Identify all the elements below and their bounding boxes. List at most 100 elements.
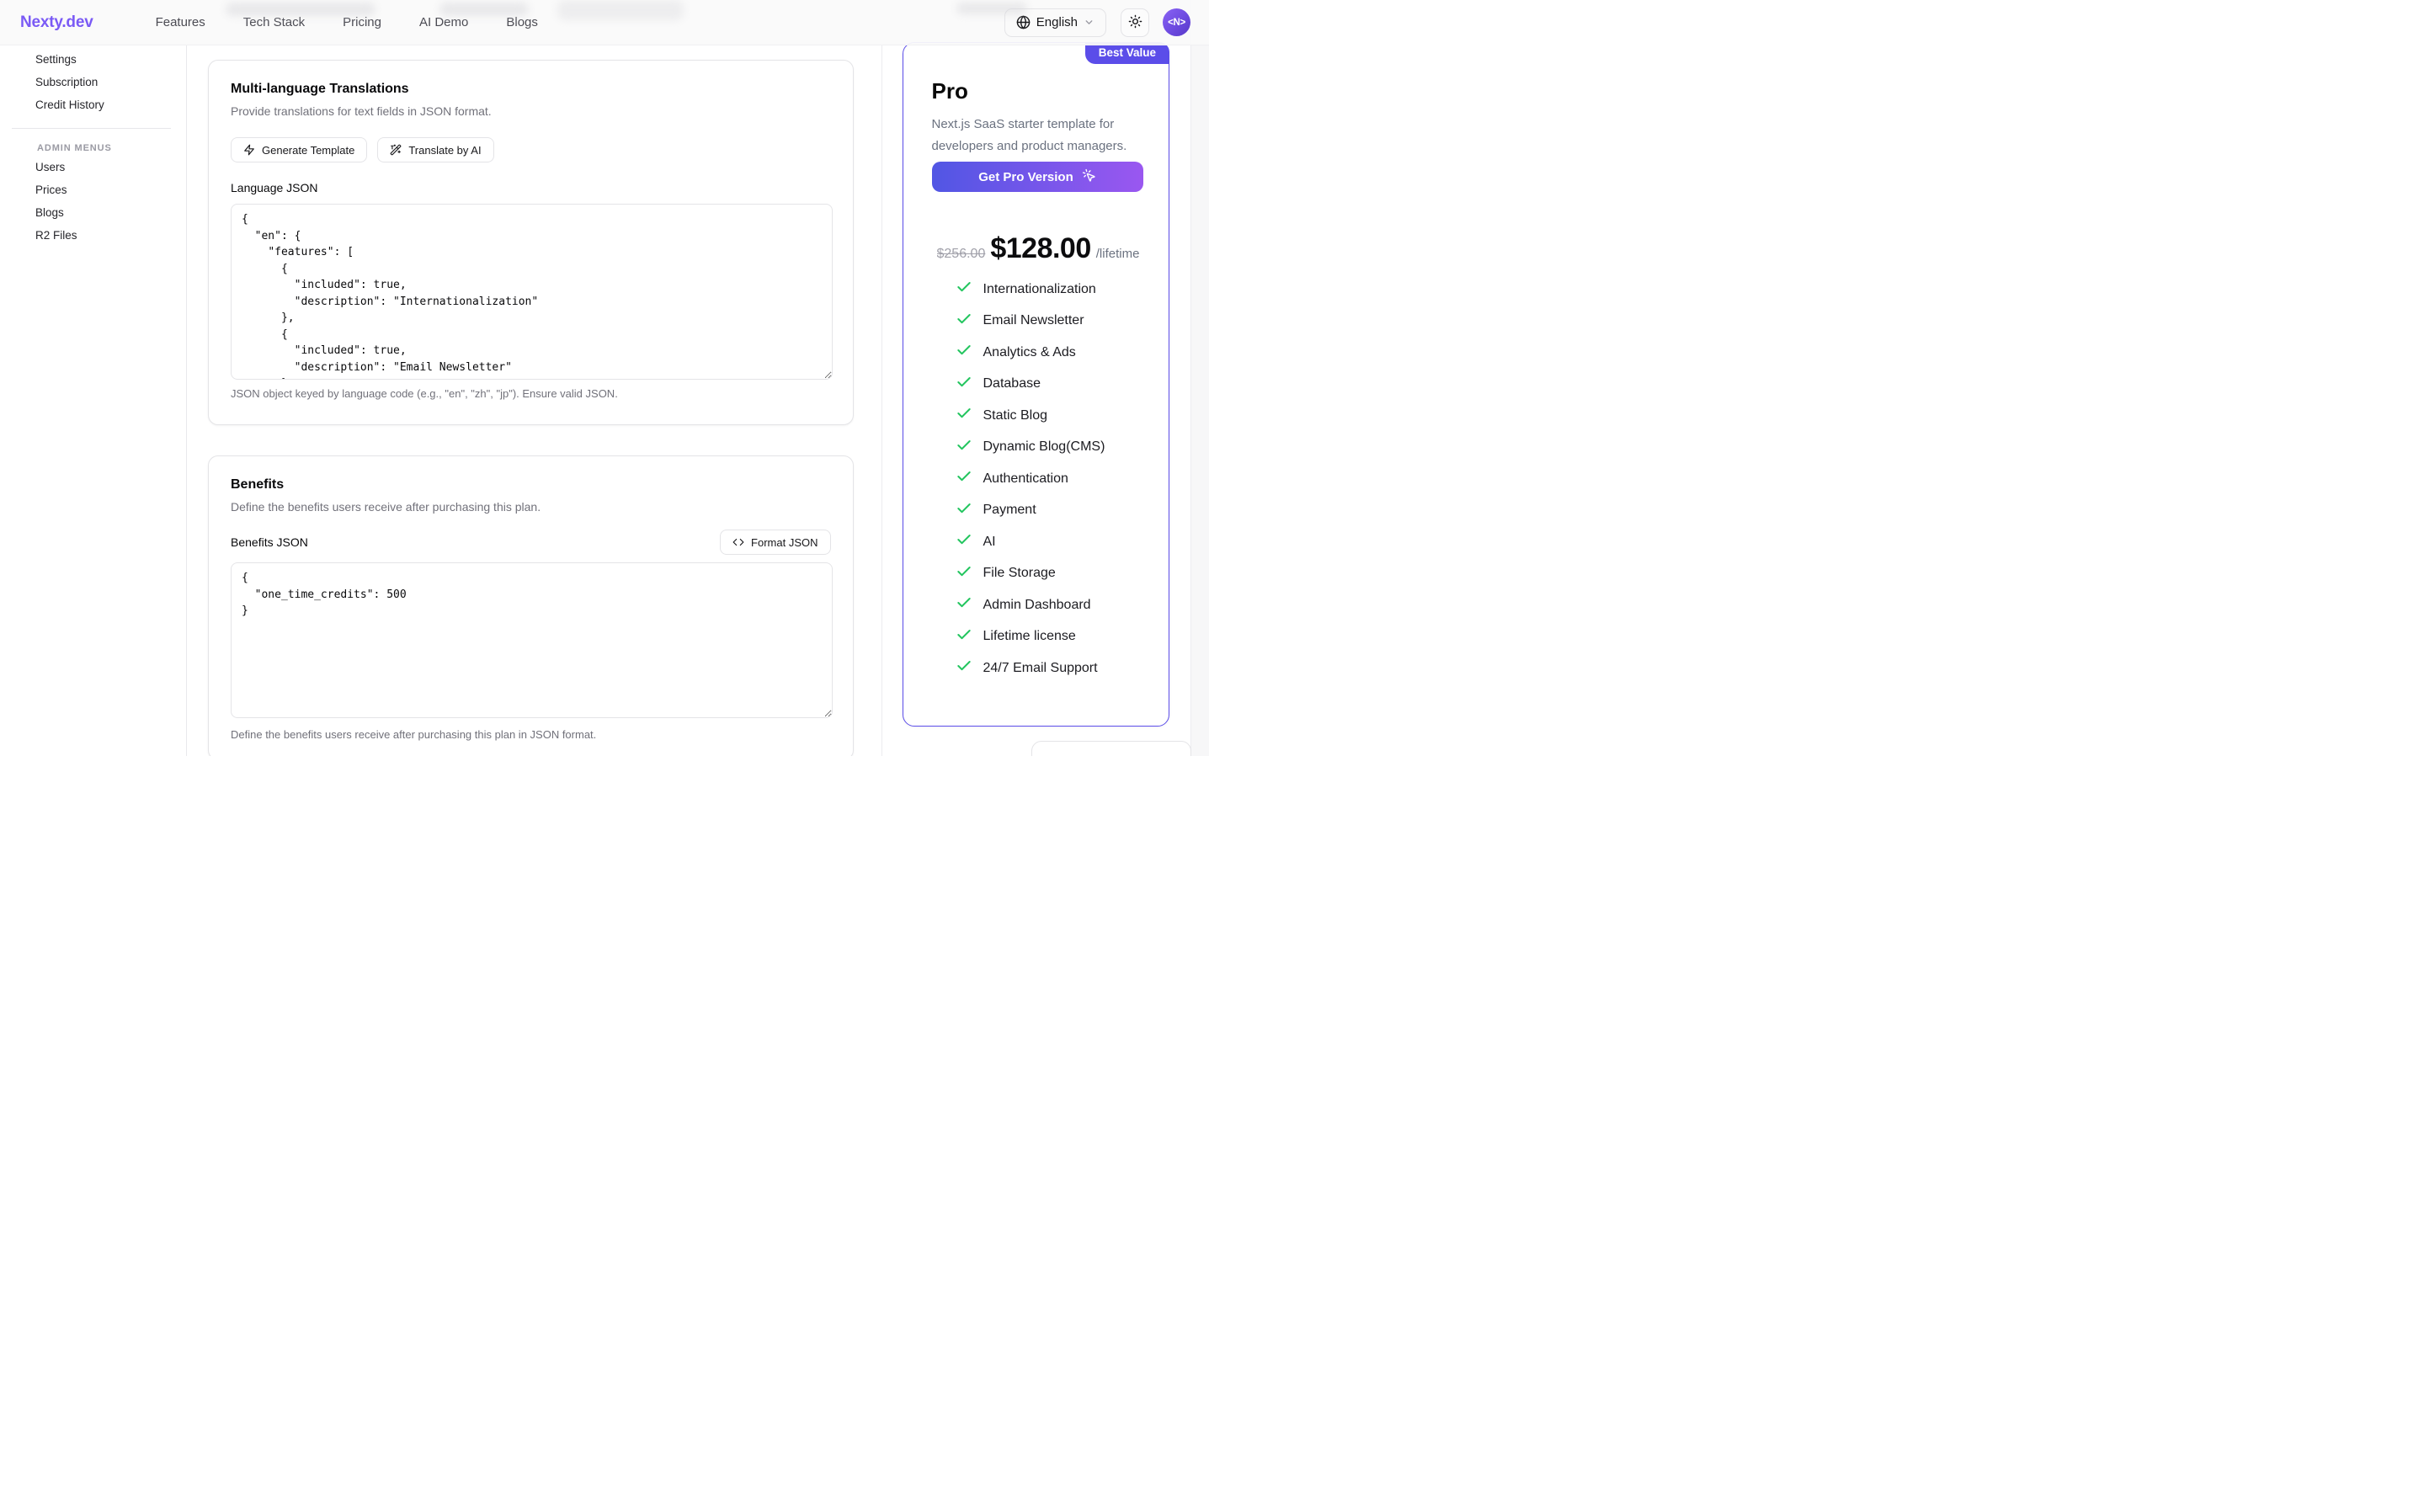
- plan-feature: Dynamic Blog(CMS): [956, 432, 1143, 464]
- nav-link[interactable]: Pricing: [343, 15, 381, 29]
- sidebar-item[interactable]: Credit History: [0, 93, 186, 116]
- translate-by-ai-label: Translate by AI: [408, 144, 481, 157]
- format-json-button[interactable]: Format JSON: [720, 530, 830, 555]
- check-icon: [956, 500, 972, 521]
- blurred-scroll-content: [226, 3, 375, 16]
- pricing-preview-card: Best Value Pro Next.js SaaS starter temp…: [903, 42, 1169, 727]
- plan-feature-label: Internationalization: [983, 282, 1096, 297]
- nav-link[interactable]: AI Demo: [419, 15, 468, 29]
- check-icon: [956, 342, 972, 363]
- plan-feature-label: Dynamic Blog(CMS): [983, 439, 1105, 455]
- card-subtitle: Provide translations for text fields in …: [231, 104, 831, 119]
- sidebar-admin-menu: UsersPricesBlogsR2 Files: [0, 156, 186, 247]
- nav-link[interactable]: Blogs: [506, 15, 538, 29]
- wand-sparkles-icon: [390, 144, 402, 156]
- card-title: Benefits: [231, 476, 831, 492]
- sidebar-item[interactable]: Blogs: [0, 201, 186, 224]
- benefits-json-textarea[interactable]: { "one_time_credits": 500 }: [231, 562, 833, 718]
- page-right-gutter: [1190, 0, 1210, 756]
- check-icon: [956, 311, 972, 332]
- code-icon: [732, 536, 744, 548]
- check-icon: [956, 658, 972, 679]
- card-title: Multi-language Translations: [231, 81, 831, 97]
- plan-feature: Static Blog: [956, 400, 1143, 432]
- generate-template-label: Generate Template: [262, 144, 354, 157]
- language-json-helper: JSON object keyed by language code (e.g.…: [231, 387, 831, 401]
- mouse-pointer-click-icon: [1082, 168, 1096, 186]
- plan-feature-label: Email Newsletter: [983, 313, 1084, 328]
- plan-name: Pro: [932, 78, 1143, 104]
- get-pro-version-button[interactable]: Get Pro Version: [932, 162, 1143, 192]
- plan-feature: Lifetime license: [956, 621, 1143, 653]
- sidebar-section-label: ADMIN MENUS: [37, 143, 186, 153]
- plan-feature-label: Admin Dashboard: [983, 598, 1091, 613]
- check-icon: [956, 405, 972, 426]
- benefits-json-label: Benefits JSON: [231, 535, 308, 550]
- check-icon: [956, 468, 972, 489]
- sidebar: SettingsSubscriptionCredit History ADMIN…: [0, 45, 187, 756]
- check-icon: [956, 594, 972, 615]
- blurred-scroll-content: [956, 3, 1027, 14]
- sidebar-item[interactable]: Settings: [0, 48, 186, 71]
- zap-icon: [243, 144, 255, 156]
- sidebar-divider: [12, 128, 171, 129]
- chevron-down-icon: [1084, 17, 1094, 28]
- check-icon: [956, 626, 972, 647]
- benefits-card: Benefits Define the benefits users recei…: [208, 455, 854, 756]
- translation-actions: Generate Template Translate by AI: [231, 137, 831, 162]
- plan-feature: Admin Dashboard: [956, 589, 1143, 621]
- plan-feature: 24/7 Email Support: [956, 652, 1143, 684]
- brand-logo[interactable]: Nexty.dev: [20, 13, 93, 32]
- plan-description: Next.js SaaS starter template for develo…: [932, 114, 1143, 157]
- benefits-json-helper: Define the benefits users receive after …: [231, 728, 831, 742]
- page: Nexty.dev Features Tech Stack Pricing AI De…: [0, 0, 1209, 756]
- sidebar-item[interactable]: Prices: [0, 178, 186, 201]
- plan-feature: AI: [956, 526, 1143, 558]
- sidebar-item[interactable]: Subscription: [0, 71, 186, 93]
- nav-link[interactable]: Tech Stack: [243, 15, 305, 29]
- check-icon: [956, 374, 972, 395]
- language-label: English: [1036, 15, 1078, 29]
- check-icon: [956, 279, 972, 300]
- card-subtitle: Define the benefits users receive after …: [231, 499, 831, 514]
- plan-feature-list: Internationalization Email Newsletter: [932, 274, 1143, 684]
- next-card-partial: [1031, 741, 1191, 756]
- plan-feature: Internationalization: [956, 274, 1143, 306]
- plan-feature-label: Static Blog: [983, 408, 1047, 423]
- plan-feature: File Storage: [956, 558, 1143, 590]
- original-price: $256.00: [937, 247, 986, 262]
- language-json-textarea[interactable]: { "en": { "features": [ { "included": tr…: [231, 204, 833, 380]
- theme-toggle-button[interactable]: [1121, 8, 1149, 37]
- sidebar-user-menu: SettingsSubscriptionCredit History: [0, 48, 186, 116]
- pricing-content: Pro Next.js SaaS starter template for de…: [903, 43, 1169, 684]
- blurred-scroll-content: [439, 3, 529, 16]
- language-json-label: Language JSON: [231, 181, 831, 195]
- content-column-divider: [881, 45, 882, 756]
- benefits-label-row: Benefits JSON Format JSON: [231, 530, 831, 555]
- plan-feature-label: 24/7 Email Support: [983, 661, 1098, 676]
- top-navbar: Nexty.dev Features Tech Stack Pricing AI De…: [0, 0, 1209, 45]
- check-icon: [956, 531, 972, 552]
- plan-feature-label: Authentication: [983, 471, 1068, 487]
- plan-feature: Authentication: [956, 463, 1143, 495]
- cta-label: Get Pro Version: [978, 170, 1073, 184]
- plan-feature-label: AI: [983, 535, 996, 550]
- sidebar-item[interactable]: Users: [0, 156, 186, 178]
- globe-icon: [1016, 15, 1031, 29]
- sidebar-item[interactable]: R2 Files: [0, 224, 186, 247]
- plan-feature: Payment: [956, 495, 1143, 527]
- translate-by-ai-button[interactable]: Translate by AI: [377, 137, 493, 162]
- plan-feature-label: Lifetime license: [983, 629, 1076, 644]
- current-price: $128.00: [990, 232, 1090, 265]
- nav-link[interactable]: Features: [156, 15, 205, 29]
- plan-feature-label: File Storage: [983, 566, 1056, 581]
- plan-feature: Email Newsletter: [956, 306, 1143, 338]
- user-avatar[interactable]: <N>: [1163, 8, 1190, 36]
- plan-feature-label: Payment: [983, 503, 1036, 518]
- generate-template-button[interactable]: Generate Template: [231, 137, 367, 162]
- price-row: $256.00 $128.00 /lifetime: [937, 232, 1143, 265]
- sun-icon: [1128, 14, 1142, 31]
- check-icon: [956, 563, 972, 584]
- header-actions: English <N>: [1004, 8, 1190, 37]
- format-json-label: Format JSON: [751, 536, 818, 549]
